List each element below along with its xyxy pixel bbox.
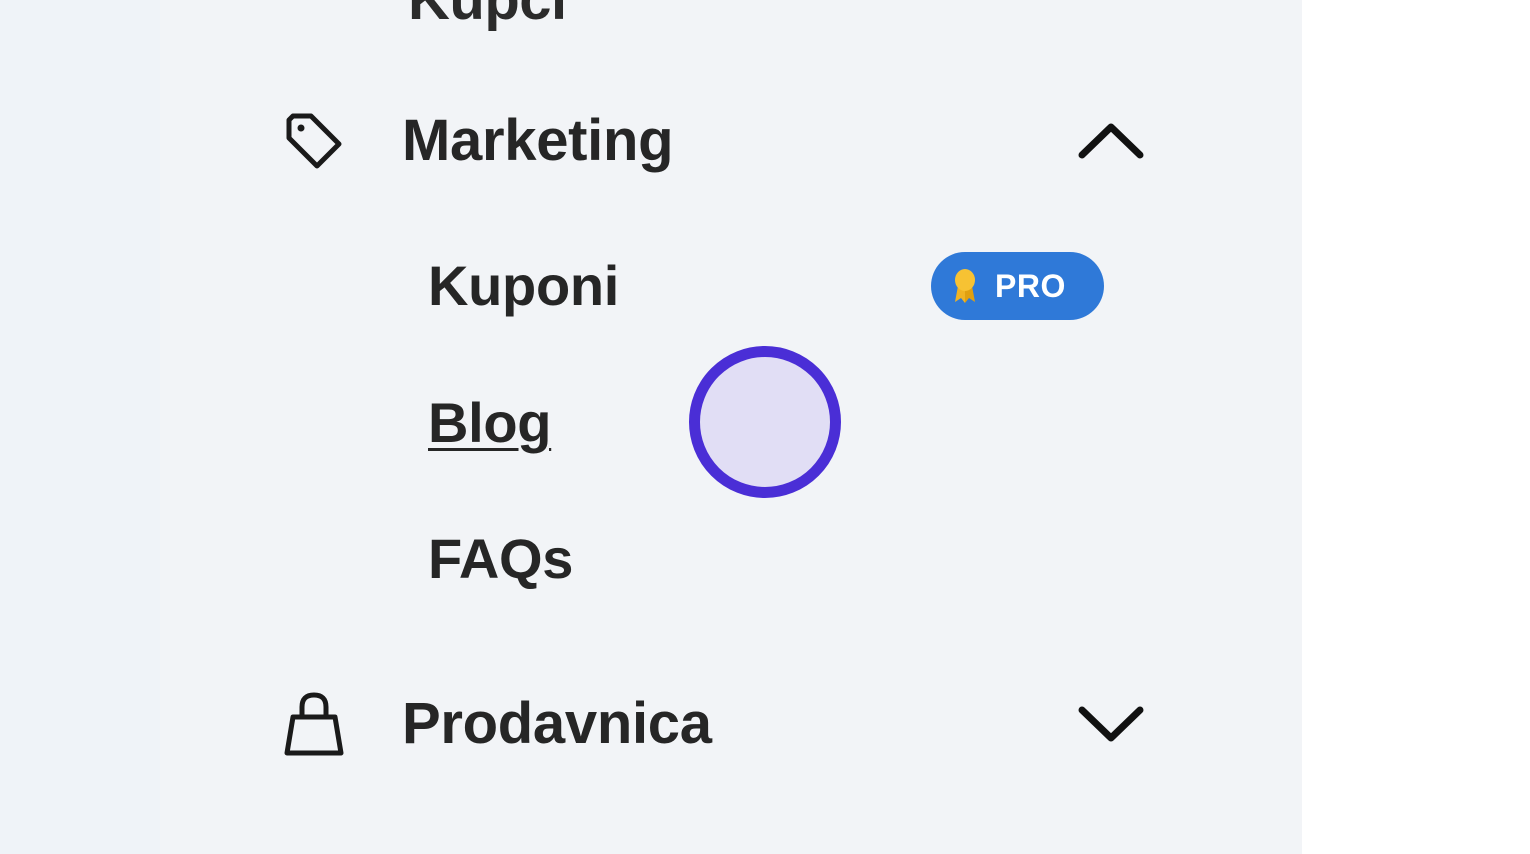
sidebar-section-label: Prodavnica: [402, 691, 712, 756]
sidebar-section-label: Marketing: [402, 108, 674, 173]
medal-icon: [951, 268, 979, 304]
pro-badge: PRO: [931, 252, 1104, 320]
content-pane: [1302, 0, 1530, 854]
sidebar-subitem-label: Blog: [428, 391, 552, 454]
chevron-up-icon[interactable]: [1078, 108, 1144, 174]
page: Kupci Marketing Kuponi PRO B: [0, 0, 1530, 854]
sidebar-item-cut-off[interactable]: Kupci: [408, 0, 567, 33]
sidebar-subitem-faqs[interactable]: FAQs: [428, 524, 573, 594]
sidebar-subitem-label: Kuponi: [428, 254, 620, 317]
pro-badge-label: PRO: [995, 267, 1066, 304]
sidebar-subitem-label: FAQs: [428, 527, 574, 590]
sidebar-subitem-kuponi[interactable]: Kuponi: [428, 251, 619, 321]
sidebar-section-marketing[interactable]: Marketing: [280, 96, 1150, 186]
sidebar-subitem-blog[interactable]: Blog: [428, 388, 552, 458]
cursor-indicator: [689, 346, 841, 498]
sidebar-section-prodavnica[interactable]: Prodavnica: [280, 679, 1150, 769]
tag-icon: [280, 107, 348, 175]
chevron-down-icon[interactable]: [1078, 691, 1144, 757]
shopping-bag-icon: [280, 690, 348, 758]
